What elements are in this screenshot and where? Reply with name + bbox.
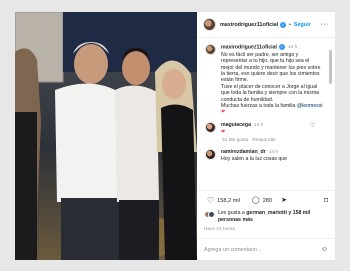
verified-icon: ✓ bbox=[278, 44, 285, 50]
post-photo[interactable] bbox=[15, 12, 197, 260]
caption: maxirodriguez11oficial ✓ 14 h No es fácil … bbox=[205, 44, 327, 116]
post-side-panel: maxirodriguez11oficial ✓ • Seguir ··· ma… bbox=[197, 12, 335, 260]
comment-icon[interactable]: ◯ bbox=[252, 197, 260, 204]
separator-dot: • bbox=[289, 21, 291, 28]
follow-button[interactable]: Seguir bbox=[294, 22, 311, 28]
comments-section: maxirodriguez11oficial ✓ 14 h No es fácil … bbox=[197, 38, 335, 190]
comment-username[interactable]: ramirezdamian_dr bbox=[221, 149, 266, 155]
more-options-icon[interactable]: ··· bbox=[321, 21, 330, 28]
comment-input-bar[interactable]: Agrega un comentario... ☺ bbox=[197, 238, 335, 260]
comment-item: maguiacega 14 h ❤ ♡ bbox=[205, 121, 327, 136]
caption-avatar[interactable] bbox=[205, 44, 216, 55]
verified-icon: ✓ bbox=[280, 21, 287, 28]
likes-count[interactable]: 158,2 mil bbox=[217, 198, 240, 204]
comment-text: ❤ bbox=[221, 129, 226, 136]
comments-count[interactable]: 280 bbox=[263, 198, 272, 204]
author-username[interactable]: maxirodriguez11oficial bbox=[220, 22, 278, 28]
comment-meta: 31 Me gusta Responder bbox=[222, 138, 327, 143]
author-avatar[interactable] bbox=[203, 18, 216, 31]
comment-input[interactable]: Agrega un comentario... bbox=[204, 247, 262, 253]
scrollbar[interactable] bbox=[329, 50, 332, 84]
comment-time: 14 h bbox=[254, 122, 264, 128]
comment-likes[interactable]: 31 Me gusta bbox=[222, 138, 248, 143]
share-icon[interactable]: ➤ bbox=[281, 197, 287, 204]
action-bar: ♡ 158,2 mil ◯ 280 ➤ ⌑ bbox=[197, 190, 335, 210]
caption-username[interactable]: maxirodriguez11oficial bbox=[221, 44, 277, 50]
comment-avatar[interactable] bbox=[205, 148, 216, 160]
comment-avatar[interactable] bbox=[205, 121, 216, 133]
photo-image bbox=[15, 12, 197, 260]
post-header: maxirodriguez11oficial ✓ • Seguir ··· bbox=[197, 12, 335, 38]
reply-button[interactable]: Responder bbox=[252, 138, 275, 143]
liked-by-avatars bbox=[204, 211, 215, 219]
post-card: maxirodriguez11oficial ✓ • Seguir ··· ma… bbox=[15, 12, 335, 260]
comment-time: 14 h bbox=[268, 149, 279, 155]
save-icon[interactable]: ⌑ bbox=[324, 196, 328, 205]
mention-link[interactable]: @leomessi bbox=[297, 103, 323, 109]
comment-text: Hoy salen a la luz cosas que bbox=[221, 156, 288, 163]
emoji-icon[interactable]: ☺ bbox=[321, 246, 328, 253]
liked-by-user[interactable]: german_mariotti bbox=[246, 210, 287, 216]
comment-item: ramirezdamian_dr 14 h Hoy salen a la luz … bbox=[205, 148, 327, 163]
like-icon[interactable]: ♡ bbox=[207, 196, 214, 205]
comment-like-icon[interactable]: ♡ bbox=[310, 122, 315, 129]
caption-text: No es fácil ser padre, ser amigo y repre… bbox=[221, 51, 321, 110]
comment-username[interactable]: maguiacega bbox=[221, 122, 251, 128]
post-timestamp: Hace 14 horas bbox=[204, 226, 236, 231]
heart-emoji: ❤ bbox=[221, 109, 226, 116]
liked-by: Les gusta a german_mariotti y 158 mil pe… bbox=[197, 210, 335, 223]
caption-time: 14 h bbox=[287, 45, 298, 51]
